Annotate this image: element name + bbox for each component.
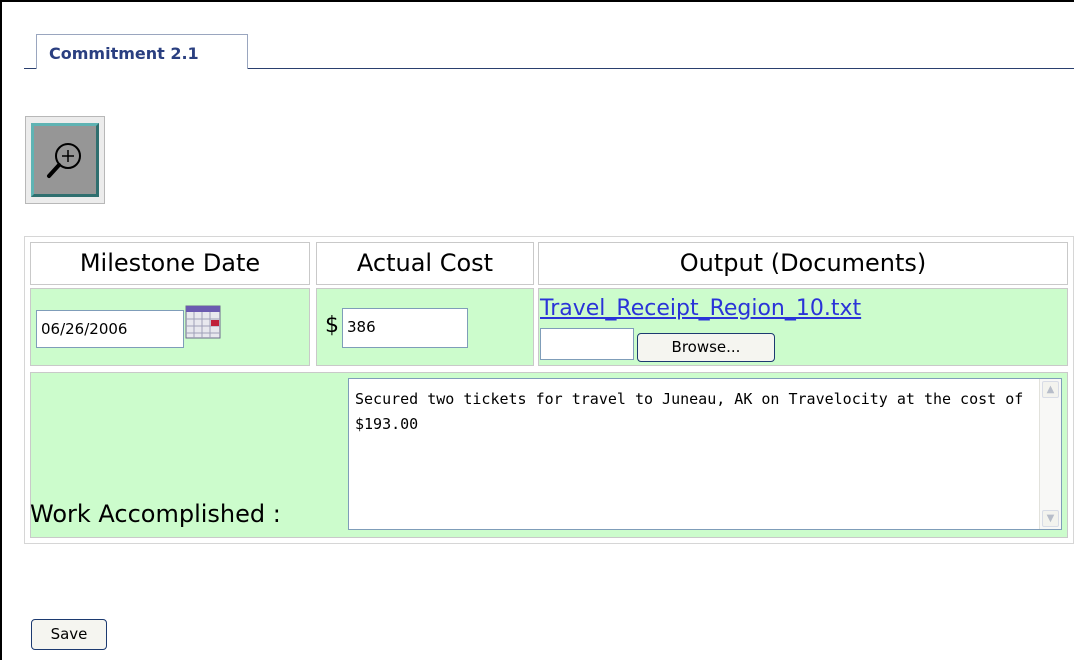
work-accomplished-text: Secured two tickets for travel to Juneau…	[355, 390, 1024, 433]
tab-commitment[interactable]: Commitment 2.1	[36, 34, 248, 69]
browse-button-label: Browse...	[671, 338, 741, 356]
scroll-up-icon[interactable]: ▲	[1042, 381, 1059, 398]
browse-button[interactable]: Browse...	[637, 333, 775, 362]
milestone-date-input[interactable]: 06/26/2006	[36, 310, 184, 348]
file-path-input[interactable]	[540, 328, 634, 360]
header-milestone-date-label: Milestone Date	[79, 249, 261, 277]
scroll-down-icon[interactable]: ▼	[1042, 510, 1059, 527]
calendar-icon[interactable]	[185, 305, 221, 339]
milestone-date-value: 06/26/2006	[41, 320, 128, 338]
document-link[interactable]: Travel_Receipt_Region_10.txt	[540, 296, 861, 321]
header-actual-cost: Actual Cost	[316, 242, 534, 285]
tab-label: Commitment 2.1	[49, 44, 199, 63]
header-actual-cost-label: Actual Cost	[356, 249, 494, 277]
save-button-label: Save	[50, 625, 88, 643]
header-milestone-date: Milestone Date	[30, 242, 310, 285]
zoom-in-icon	[47, 143, 81, 178]
actual-cost-input[interactable]: 386	[342, 308, 468, 348]
work-accomplished-textarea[interactable]: Secured two tickets for travel to Juneau…	[348, 378, 1062, 530]
header-output-documents-label: Output (Documents)	[679, 249, 927, 277]
work-accomplished-label: Work Accomplished :	[30, 500, 281, 528]
header-output-documents: Output (Documents)	[538, 242, 1068, 285]
actual-cost-value: 386	[347, 318, 376, 336]
currency-symbol: $	[325, 313, 339, 338]
zoom-button[interactable]	[25, 116, 105, 204]
zoom-button-face	[31, 123, 99, 197]
textarea-scrollbar[interactable]: ▲ ▼	[1039, 379, 1061, 529]
save-button[interactable]: Save	[31, 619, 107, 650]
